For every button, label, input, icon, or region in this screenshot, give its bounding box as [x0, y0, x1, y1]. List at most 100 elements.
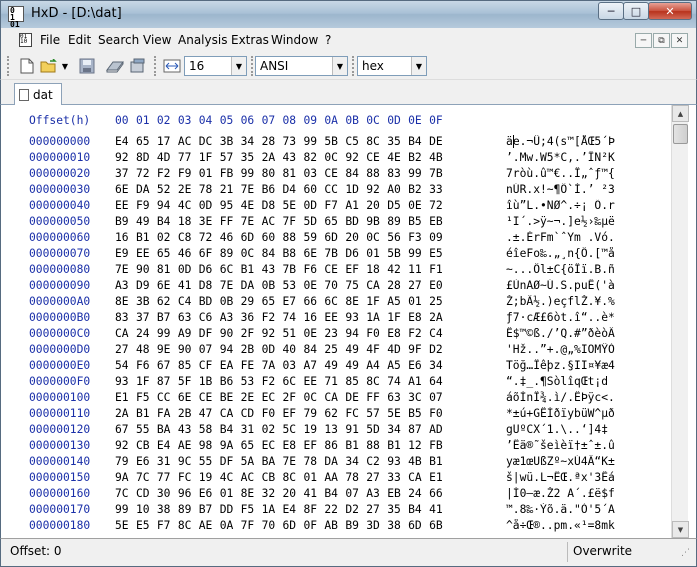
hex-byte[interactable]: 40 [283, 343, 304, 356]
hex-byte[interactable]: 5E [387, 407, 408, 420]
hex-byte[interactable]: 9B [366, 215, 387, 228]
hex-byte[interactable]: 57 [220, 151, 241, 164]
hex-byte[interactable]: 6B [429, 519, 450, 532]
hex-byte[interactable]: 5F [178, 375, 199, 388]
hex-byte[interactable]: B1 [241, 263, 262, 276]
hex-byte[interactable]: 57 [366, 407, 387, 420]
hex-byte[interactable]: A1 [345, 199, 366, 212]
hex-byte[interactable]: 48 [136, 343, 157, 356]
row-decoded-text[interactable]: š|wü.L¬ËŒ.ªx'3Êá [506, 471, 666, 484]
hex-byte[interactable]: F9 [178, 167, 199, 180]
hex-byte[interactable]: 92 [345, 151, 366, 164]
hex-byte[interactable]: EB [429, 215, 450, 228]
hex-byte[interactable]: 6C [220, 263, 241, 276]
hex-byte[interactable]: 86 [324, 439, 345, 452]
hex-byte[interactable]: 42 [387, 263, 408, 276]
hex-byte[interactable]: 7E [241, 183, 262, 196]
hex-byte[interactable]: 90 [136, 263, 157, 276]
hex-byte[interactable]: 54 [115, 359, 136, 372]
hex-byte[interactable]: 49 [136, 215, 157, 228]
menu-view[interactable]: View [143, 33, 171, 47]
hex-byte[interactable]: 2A [429, 311, 450, 324]
hex-byte[interactable]: 8E [241, 487, 262, 500]
hex-byte[interactable]: 5A [241, 455, 262, 468]
chevron-down-icon[interactable]: ▼ [231, 57, 246, 75]
row-decoded-text[interactable]: £ÙnAØ~Ú.S.puÊ('à [506, 279, 666, 292]
row-decoded-text[interactable]: äe.¬Ü;4(s™[ÅŒ5´Þ [506, 135, 666, 148]
hex-byte[interactable]: 7B [283, 263, 304, 276]
hex-byte[interactable]: 4C [220, 471, 241, 484]
hex-byte[interactable]: DA [324, 455, 345, 468]
hex-byte[interactable]: 79 [115, 455, 136, 468]
hex-byte[interactable]: 6E [303, 247, 324, 260]
hex-byte[interactable]: 16 [115, 231, 136, 244]
hex-byte[interactable]: B7 [157, 311, 178, 324]
hex-byte[interactable]: 27 [366, 503, 387, 516]
hex-byte[interactable]: 65 [324, 215, 345, 228]
hex-byte[interactable]: 99 [157, 327, 178, 340]
hex-byte[interactable]: 4B [429, 151, 450, 164]
hex-byte[interactable]: 62 [157, 295, 178, 308]
chevron-down-icon[interactable]: ▼ [411, 57, 426, 75]
hex-byte[interactable]: DF [199, 327, 220, 340]
hex-byte[interactable]: 92 [262, 327, 283, 340]
hex-byte[interactable]: D2 [429, 343, 450, 356]
hex-byte[interactable]: BD [345, 215, 366, 228]
hex-byte[interactable]: 90 [220, 327, 241, 340]
hex-byte[interactable]: 35 [241, 151, 262, 164]
hex-byte[interactable]: 23 [324, 327, 345, 340]
row-decoded-text[interactable]: ƒ7·cÆ£6òt.î“..è* [506, 311, 666, 324]
hex-byte[interactable]: 43 [178, 423, 199, 436]
hex-byte[interactable]: 0B [262, 279, 283, 292]
hex-byte[interactable]: 1A [262, 503, 283, 516]
hex-byte[interactable]: 7A [262, 359, 283, 372]
text-caret[interactable]: ä [506, 135, 514, 148]
hex-byte[interactable]: 10 [136, 503, 157, 516]
hex-byte[interactable]: 01 [408, 295, 429, 308]
hex-byte[interactable]: B4 [324, 487, 345, 500]
hex-byte[interactable]: B2 [408, 151, 429, 164]
row-decoded-text[interactable]: gUºCX´1.\..‘]4‡­ [506, 423, 666, 436]
hex-byte[interactable]: 63 [178, 311, 199, 324]
hex-byte[interactable]: B4 [408, 135, 429, 148]
hex-byte[interactable]: 78 [199, 183, 220, 196]
hex-byte[interactable]: 5E [115, 519, 136, 532]
menu-edit[interactable]: Edit [68, 33, 91, 47]
hex-byte[interactable]: 1A [366, 311, 387, 324]
hex-byte[interactable]: FC [178, 471, 199, 484]
hex-byte[interactable]: E8 [408, 311, 429, 324]
hex-byte[interactable]: 49 [345, 359, 366, 372]
menu-file[interactable]: File [40, 33, 60, 47]
hex-byte[interactable]: 93 [387, 455, 408, 468]
hex-byte[interactable]: 20 [345, 231, 366, 244]
hex-byte[interactable]: 3B [136, 295, 157, 308]
hex-byte[interactable]: 7F [283, 215, 304, 228]
open-dropdown-icon[interactable]: ▼ [59, 56, 71, 76]
hex-byte[interactable]: 31 [157, 455, 178, 468]
hex-byte[interactable]: 12 [408, 439, 429, 452]
hex-byte[interactable]: 72 [199, 231, 220, 244]
hex-byte[interactable]: 01 [303, 471, 324, 484]
hex-byte[interactable]: 89 [220, 247, 241, 260]
row-decoded-text[interactable]: éîeFo‰.„¸n{Ö.[™å [506, 247, 666, 260]
hex-byte[interactable]: 6C [324, 295, 345, 308]
hex-byte[interactable]: 43 [262, 263, 283, 276]
hex-byte[interactable]: CC [157, 391, 178, 404]
row-hex-bytes[interactable]: 7C CD 30 96 E6 01 8E 32 20 41 B4 07 A3 EB 24 66 [115, 487, 450, 500]
hex-byte[interactable]: FA [157, 407, 178, 420]
charset-select[interactable]: ANSI ▼ [255, 56, 348, 76]
hex-byte[interactable]: 0F [303, 519, 324, 532]
hex-byte[interactable]: 6E [157, 279, 178, 292]
hex-byte[interactable]: 78 [303, 455, 324, 468]
hex-byte[interactable]: B4 [157, 215, 178, 228]
hex-byte[interactable]: 99 [408, 247, 429, 260]
hex-byte[interactable]: 4D [387, 343, 408, 356]
hex-byte[interactable]: E4 [115, 135, 136, 148]
hex-byte[interactable]: B9 [345, 519, 366, 532]
row-hex-bytes[interactable]: 2A B1 FA 2B 47 CA CD F0 EF 79 62 FC 57 5E B5 F0 [115, 407, 450, 420]
hex-byte[interactable]: 28 [262, 135, 283, 148]
hex-byte[interactable]: F0 [429, 407, 450, 420]
hex-byte[interactable]: 49 [324, 359, 345, 372]
hex-byte[interactable]: 72 [136, 167, 157, 180]
hex-byte[interactable]: FE [241, 359, 262, 372]
